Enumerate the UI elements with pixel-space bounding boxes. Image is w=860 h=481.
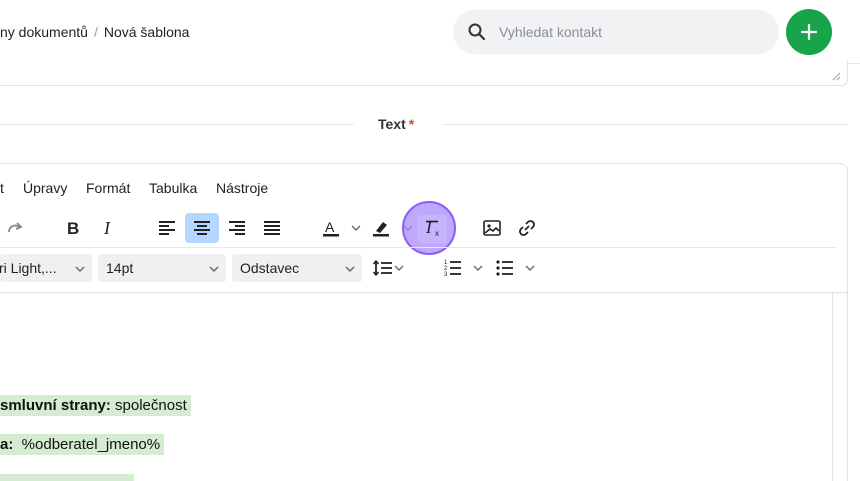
link-icon <box>519 220 535 236</box>
numbered-list-icon: 123 <box>444 260 461 278</box>
breadcrumb-separator: / <box>93 24 98 40</box>
clear-formatting-icon: Ix <box>425 218 439 238</box>
section-title: Text * <box>378 116 415 132</box>
editor-scrollbar[interactable] <box>832 292 833 481</box>
toolbar-bottom-border <box>0 292 848 293</box>
breadcrumb-parent[interactable]: ny dokumentů <box>0 24 88 40</box>
align-justify-button[interactable] <box>255 213 289 243</box>
align-center-button[interactable] <box>185 213 219 243</box>
add-button[interactable] <box>786 9 832 55</box>
bullet-list-chevron-down-icon[interactable] <box>524 262 536 274</box>
chevron-down-icon <box>209 266 219 272</box>
svg-text:3: 3 <box>444 272 448 278</box>
bullet-list-icon <box>496 260 513 276</box>
bullet-list-button[interactable] <box>488 253 522 283</box>
contact-search[interactable]: Vyhledat kontakt <box>453 10 779 54</box>
search-icon <box>467 22 487 42</box>
block-format-select[interactable]: Odstavec <box>232 254 362 282</box>
chevron-down-icon <box>345 266 355 272</box>
font-size-select[interactable]: 14pt <box>98 254 226 282</box>
bold-icon: B <box>67 219 79 238</box>
highlighter-icon <box>373 222 389 237</box>
content-line-customer[interactable]: a: %odberatel_jmeno% <box>0 434 165 455</box>
line-height-icon <box>372 259 392 277</box>
highlight-color-button[interactable] <box>364 213 398 243</box>
svg-text:A: A <box>325 219 335 235</box>
divider-left <box>0 124 354 125</box>
content-line-parties[interactable]: smluvní strany: společnost <box>0 395 191 416</box>
breadcrumb: ny dokumentů / Nová šablona <box>0 24 189 40</box>
numbered-list-button[interactable]: 123 <box>436 253 470 283</box>
text-color-chevron-down-icon[interactable] <box>350 222 362 234</box>
resize-handle-icon[interactable] <box>831 71 841 81</box>
image-icon <box>483 220 501 236</box>
divider-right <box>442 124 848 125</box>
bold-button[interactable]: B <box>56 213 90 243</box>
italic-button[interactable]: I <box>91 213 125 243</box>
align-center-icon <box>194 221 210 235</box>
top-header: ny dokumentů / Nová šablona Vyhledat konta… <box>0 0 860 64</box>
plus-icon <box>800 23 818 41</box>
chevron-down-icon <box>75 266 85 272</box>
font-family-select[interactable]: ri Light,... <box>0 254 92 282</box>
align-right-button[interactable] <box>220 213 254 243</box>
align-justify-icon <box>264 221 280 235</box>
svg-text:x: x <box>435 229 439 238</box>
text-color-button[interactable]: A <box>314 213 348 243</box>
align-right-icon <box>229 221 245 235</box>
italic-icon: I <box>103 218 111 238</box>
svg-text:B: B <box>67 219 79 238</box>
previous-textarea[interactable] <box>0 60 848 86</box>
menu-format[interactable]: Formát <box>86 180 130 196</box>
numbered-list-chevron-down-icon[interactable] <box>472 262 484 274</box>
redo-icon <box>8 222 23 233</box>
svg-text:I: I <box>103 218 111 238</box>
content-line-partial <box>0 474 134 481</box>
menu-table[interactable]: Tabulka <box>149 180 197 196</box>
line-height-chevron-down-icon[interactable] <box>393 262 405 274</box>
required-mark: * <box>408 116 415 132</box>
align-left-icon <box>159 221 175 235</box>
insert-image-button[interactable] <box>475 213 509 243</box>
menu-file[interactable]: t <box>0 180 4 196</box>
menu-tools[interactable]: Nástroje <box>216 180 268 196</box>
align-left-button[interactable] <box>150 213 184 243</box>
menu-edit[interactable]: Úpravy <box>23 180 67 196</box>
toolbar-divider <box>0 247 836 248</box>
insert-link-button[interactable] <box>510 213 544 243</box>
text-color-icon: A <box>323 219 339 237</box>
redo-button[interactable] <box>0 213 32 243</box>
breadcrumb-current: Nová šablona <box>103 24 190 40</box>
search-input[interactable]: Vyhledat kontakt <box>499 24 602 40</box>
